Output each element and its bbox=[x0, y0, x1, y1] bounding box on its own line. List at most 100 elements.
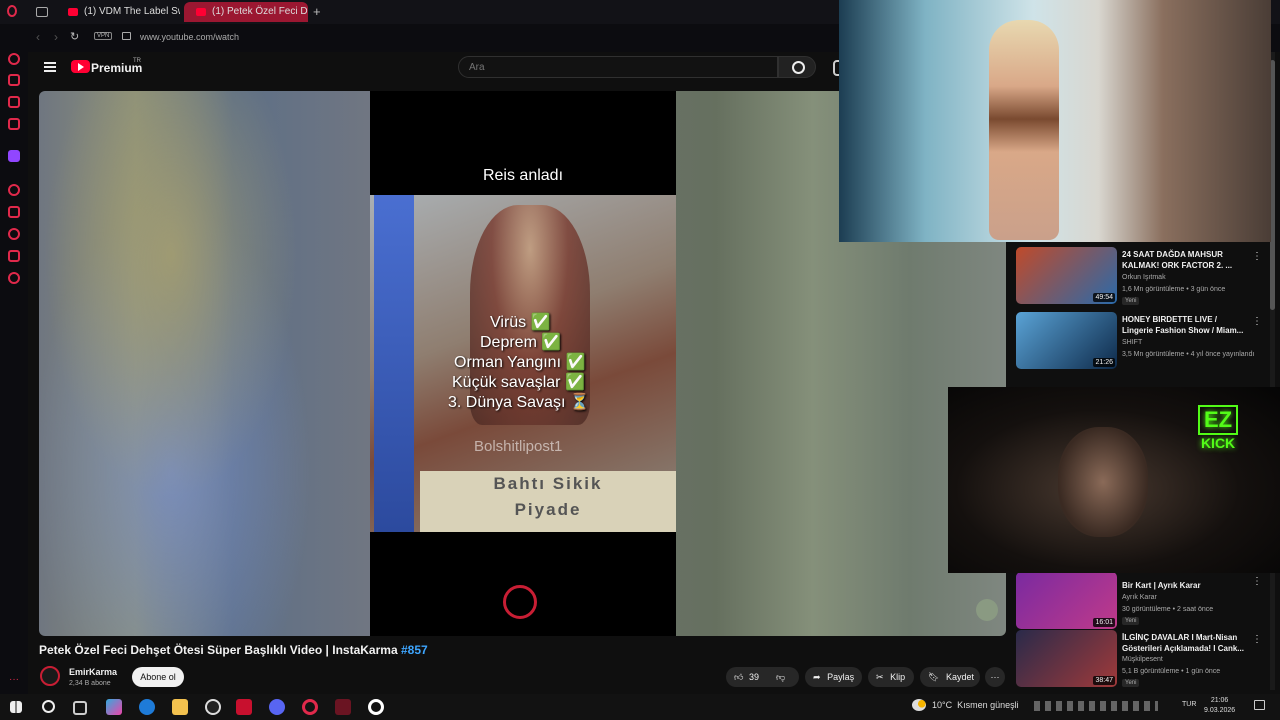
kebab-menu-icon[interactable]: ⋮ bbox=[1252, 316, 1262, 327]
new-badge: Yeni bbox=[1122, 297, 1140, 305]
channel-name[interactable]: SHIFT bbox=[1122, 339, 1142, 346]
corner-logo-icon[interactable] bbox=[976, 599, 998, 621]
language-indicator[interactable]: TUR bbox=[1182, 701, 1196, 708]
youtube-icon bbox=[68, 8, 78, 16]
search-input[interactable] bbox=[458, 56, 778, 78]
tray-icons[interactable] bbox=[1034, 701, 1158, 711]
voice-app-icon[interactable] bbox=[236, 699, 252, 715]
weather-icon[interactable] bbox=[912, 699, 926, 711]
clock[interactable]: 21:06 9.03.2026 bbox=[1204, 696, 1235, 716]
notification-icon[interactable] bbox=[1254, 700, 1265, 710]
sidebar-icon-3[interactable] bbox=[8, 96, 20, 108]
copilot-icon[interactable] bbox=[106, 699, 122, 715]
ambient-blur bbox=[39, 91, 370, 636]
video-thumbnail[interactable]: 16:01 bbox=[1016, 572, 1117, 629]
clip-button[interactable]: ✂ Klip bbox=[868, 667, 914, 687]
view-meta: 5,1 B görüntüleme • 1 gün önce bbox=[1122, 668, 1221, 675]
kebab-menu-icon[interactable]: ⋮ bbox=[1252, 576, 1262, 587]
save-button[interactable]: 🔖︎ Kaydet bbox=[920, 667, 980, 687]
sidebar-icon-4[interactable] bbox=[8, 118, 20, 130]
share-button[interactable]: ➦ Paylaş bbox=[805, 667, 862, 687]
bookmark-icon: 🔖︎ bbox=[928, 672, 940, 682]
video-thumbnail[interactable]: 49:54 bbox=[1016, 247, 1117, 304]
tab-vdm[interactable]: (1) VDM The Label Swimw bbox=[56, 2, 180, 22]
hashtag-link[interactable]: #857 bbox=[401, 643, 428, 657]
twitch-icon[interactable] bbox=[8, 150, 20, 162]
channel-name[interactable]: Ayrık Karar bbox=[1122, 594, 1157, 601]
url-field[interactable]: www.youtube.com/watch bbox=[140, 32, 239, 42]
settings-icon[interactable] bbox=[8, 272, 20, 284]
duration-badge: 49:54 bbox=[1093, 293, 1115, 302]
sidebar-icon-2[interactable] bbox=[8, 74, 20, 86]
meme-list: Virüs ✅ Deprem ✅ Orman Yangını ✅ Küçük s… bbox=[440, 313, 590, 413]
reload-icon[interactable]: ↻ bbox=[70, 30, 79, 43]
streamer-face bbox=[1058, 427, 1148, 537]
sidebar-icon-7[interactable] bbox=[8, 206, 20, 218]
view-meta: 30 görüntüleme • 2 saat önce bbox=[1122, 606, 1214, 613]
windows-start-icon[interactable] bbox=[10, 701, 22, 713]
share-icon: ➦ bbox=[813, 672, 821, 682]
more-icon[interactable]: ··· bbox=[9, 674, 19, 685]
meme-line: Küçük savaşlar ✅ bbox=[452, 374, 585, 391]
youtube-icon bbox=[196, 8, 206, 16]
channel-avatar[interactable] bbox=[40, 666, 60, 686]
edge-icon[interactable] bbox=[139, 699, 155, 715]
duration-badge: 16:01 bbox=[1093, 618, 1115, 627]
video-title[interactable]: Bir Kart | Ayrık Karar bbox=[1122, 580, 1248, 591]
search-icon[interactable] bbox=[42, 700, 55, 713]
sidebar-icon-6[interactable] bbox=[8, 184, 20, 196]
tab-switcher-icon[interactable] bbox=[36, 7, 48, 17]
banner-line-2: Piyade bbox=[514, 500, 582, 519]
channel-name[interactable]: Müşkilpesent bbox=[1122, 656, 1163, 663]
search-button[interactable] bbox=[778, 56, 816, 78]
lock-icon bbox=[122, 32, 131, 40]
sidebar-icon-1[interactable] bbox=[8, 53, 20, 65]
channel-name[interactable]: EmirKarma bbox=[69, 667, 117, 677]
file-explorer-icon[interactable] bbox=[172, 699, 188, 715]
new-tab-button[interactable]: + bbox=[313, 4, 321, 19]
related-video[interactable]: 16:01 Bir Kart | Ayrık Karar Ayrık Karar… bbox=[1016, 572, 1266, 632]
dislike-button[interactable]: 👎︎ bbox=[776, 667, 785, 687]
duration-badge: 38:47 bbox=[1093, 676, 1115, 685]
kebab-menu-icon[interactable]: ⋮ bbox=[1252, 634, 1262, 645]
ez-kick-logo: EZ KICK bbox=[1198, 405, 1239, 451]
like-dislike-group: 👍︎ 39 👎︎ bbox=[726, 667, 799, 687]
sidebar-icon-9[interactable] bbox=[8, 250, 20, 262]
history-icon[interactable] bbox=[8, 228, 20, 240]
video-title[interactable]: HONEY BIRDETTE LIVE / Lingerie Fashion S… bbox=[1122, 314, 1248, 336]
tab-petek-active[interactable]: (1) Petek Özel Feci Deh bbox=[184, 2, 308, 22]
weather-text[interactable]: 10°C Kısmen güneşli bbox=[932, 700, 1019, 710]
like-button[interactable]: 👍︎ bbox=[734, 667, 743, 687]
new-badge: Yeni bbox=[1122, 679, 1140, 687]
clock-time: 21:06 bbox=[1210, 697, 1229, 704]
kebab-menu-icon[interactable]: ⋮ bbox=[1252, 251, 1262, 262]
video-thumbnail[interactable]: 21:26 bbox=[1016, 312, 1117, 369]
opera-icon[interactable] bbox=[7, 5, 17, 17]
video-title[interactable]: İLGİNÇ DAVALAR I Mart-Nisan Gösterileri … bbox=[1122, 632, 1248, 654]
meme-line: Orman Yangını ✅ bbox=[454, 354, 586, 371]
opera-gx-active-icon[interactable] bbox=[335, 699, 351, 715]
thumbs-down-icon: 👎︎ bbox=[776, 672, 786, 682]
opera-gx-icon[interactable] bbox=[302, 699, 318, 715]
obs-icon[interactable] bbox=[205, 699, 221, 715]
more-actions-button[interactable]: ··· bbox=[985, 667, 1005, 687]
video-title[interactable]: 24 SAAT DAĞDA MAHSUR KALMAK! ORK FACTOR … bbox=[1122, 249, 1248, 271]
opera-icon[interactable] bbox=[368, 699, 384, 715]
subscribe-button[interactable]: Abone ol bbox=[132, 667, 184, 687]
related-video[interactable]: 49:54 24 SAAT DAĞDA MAHSUR KALMAK! ORK F… bbox=[1016, 247, 1266, 307]
video-thumbnail[interactable]: 38:47 bbox=[1016, 630, 1117, 687]
browser-sidebar: ··· bbox=[0, 24, 28, 694]
channel-watermark-icon bbox=[503, 585, 537, 619]
task-view-icon[interactable] bbox=[73, 701, 87, 715]
related-video[interactable]: 38:47 İLGİNÇ DAVALAR I Mart-Nisan Göster… bbox=[1016, 630, 1266, 690]
channel-name[interactable]: Orkun Işıtmak bbox=[1122, 274, 1166, 281]
youtube-logo[interactable] bbox=[71, 60, 90, 73]
banner-left bbox=[374, 195, 414, 532]
discord-icon[interactable] bbox=[269, 699, 285, 715]
forward-icon[interactable]: › bbox=[54, 30, 58, 44]
meme-line: 3. Dünya Savaşı ⏳ bbox=[448, 394, 590, 411]
related-video[interactable]: 21:26 HONEY BIRDETTE LIVE / Lingerie Fas… bbox=[1016, 312, 1266, 372]
vpn-badge[interactable]: VPN bbox=[94, 32, 113, 40]
back-icon[interactable]: ‹ bbox=[36, 30, 40, 44]
menu-icon[interactable] bbox=[44, 62, 56, 72]
